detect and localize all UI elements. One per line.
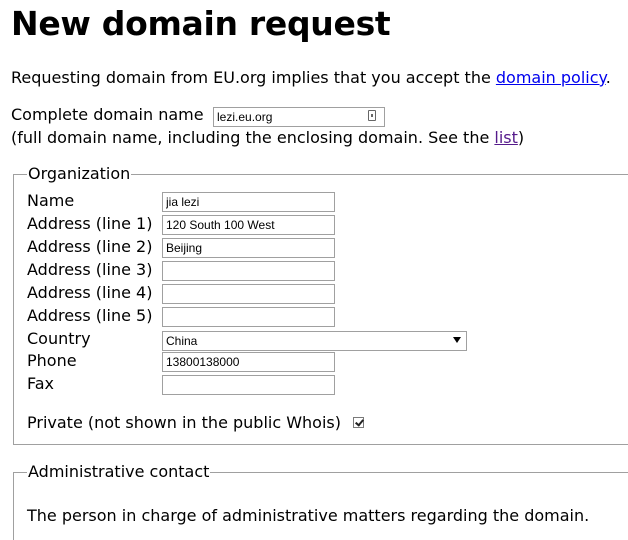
country-label: Country <box>27 329 91 348</box>
private-checkbox[interactable] <box>353 417 364 428</box>
domain-list-link[interactable]: list <box>494 128 518 147</box>
address-line-4-input[interactable] <box>162 284 335 304</box>
address-line-1-input[interactable] <box>162 215 335 235</box>
address-line-4-label: Address (line 4) <box>27 283 153 302</box>
admin-contact-legend: Administrative contact <box>28 462 210 481</box>
address-line-3-label: Address (line 3) <box>27 260 153 279</box>
address-line-5-label: Address (line 5) <box>27 306 153 325</box>
organization-legend: Organization <box>28 164 131 183</box>
domain-label: Complete domain name <box>11 105 204 124</box>
address-line-1-label: Address (line 1) <box>27 214 153 233</box>
address-line-2-input[interactable] <box>162 238 335 258</box>
domain-hint-text: (full domain name, including the enclosi… <box>11 128 495 147</box>
address-line-5-input[interactable] <box>162 307 335 327</box>
fax-label: Fax <box>27 374 55 393</box>
domain-request-page: New domain request Requesting domain fro… <box>0 0 628 540</box>
intro-end: . <box>605 68 611 87</box>
private-label: Private (not shown in the public Whois) <box>27 413 341 432</box>
org-name-input[interactable] <box>162 192 335 212</box>
admin-contact-fieldset: Administrative contact <box>13 462 628 540</box>
phone-input[interactable] <box>162 352 335 372</box>
admin-contact-description: The person in charge of administrative m… <box>27 506 590 525</box>
name-label: Name <box>27 191 75 210</box>
domain-hint-end: ) <box>517 128 525 147</box>
intro-paragraph: Requesting domain from EU.org implies th… <box>11 67 611 89</box>
domain-hint: (full domain name, including the enclosi… <box>11 127 524 149</box>
intro-text: Requesting domain from EU.org implies th… <box>11 68 496 87</box>
country-select[interactable]: China <box>162 331 467 351</box>
autofill-key-icon[interactable] <box>368 110 376 121</box>
address-line-2-label: Address (line 2) <box>27 237 153 256</box>
address-line-3-input[interactable] <box>162 261 335 281</box>
fax-input[interactable] <box>162 375 335 395</box>
phone-label: Phone <box>27 351 77 370</box>
domain-name-input[interactable] <box>213 107 385 127</box>
domain-policy-link[interactable]: domain policy <box>496 68 606 87</box>
page-title: New domain request <box>11 4 391 43</box>
